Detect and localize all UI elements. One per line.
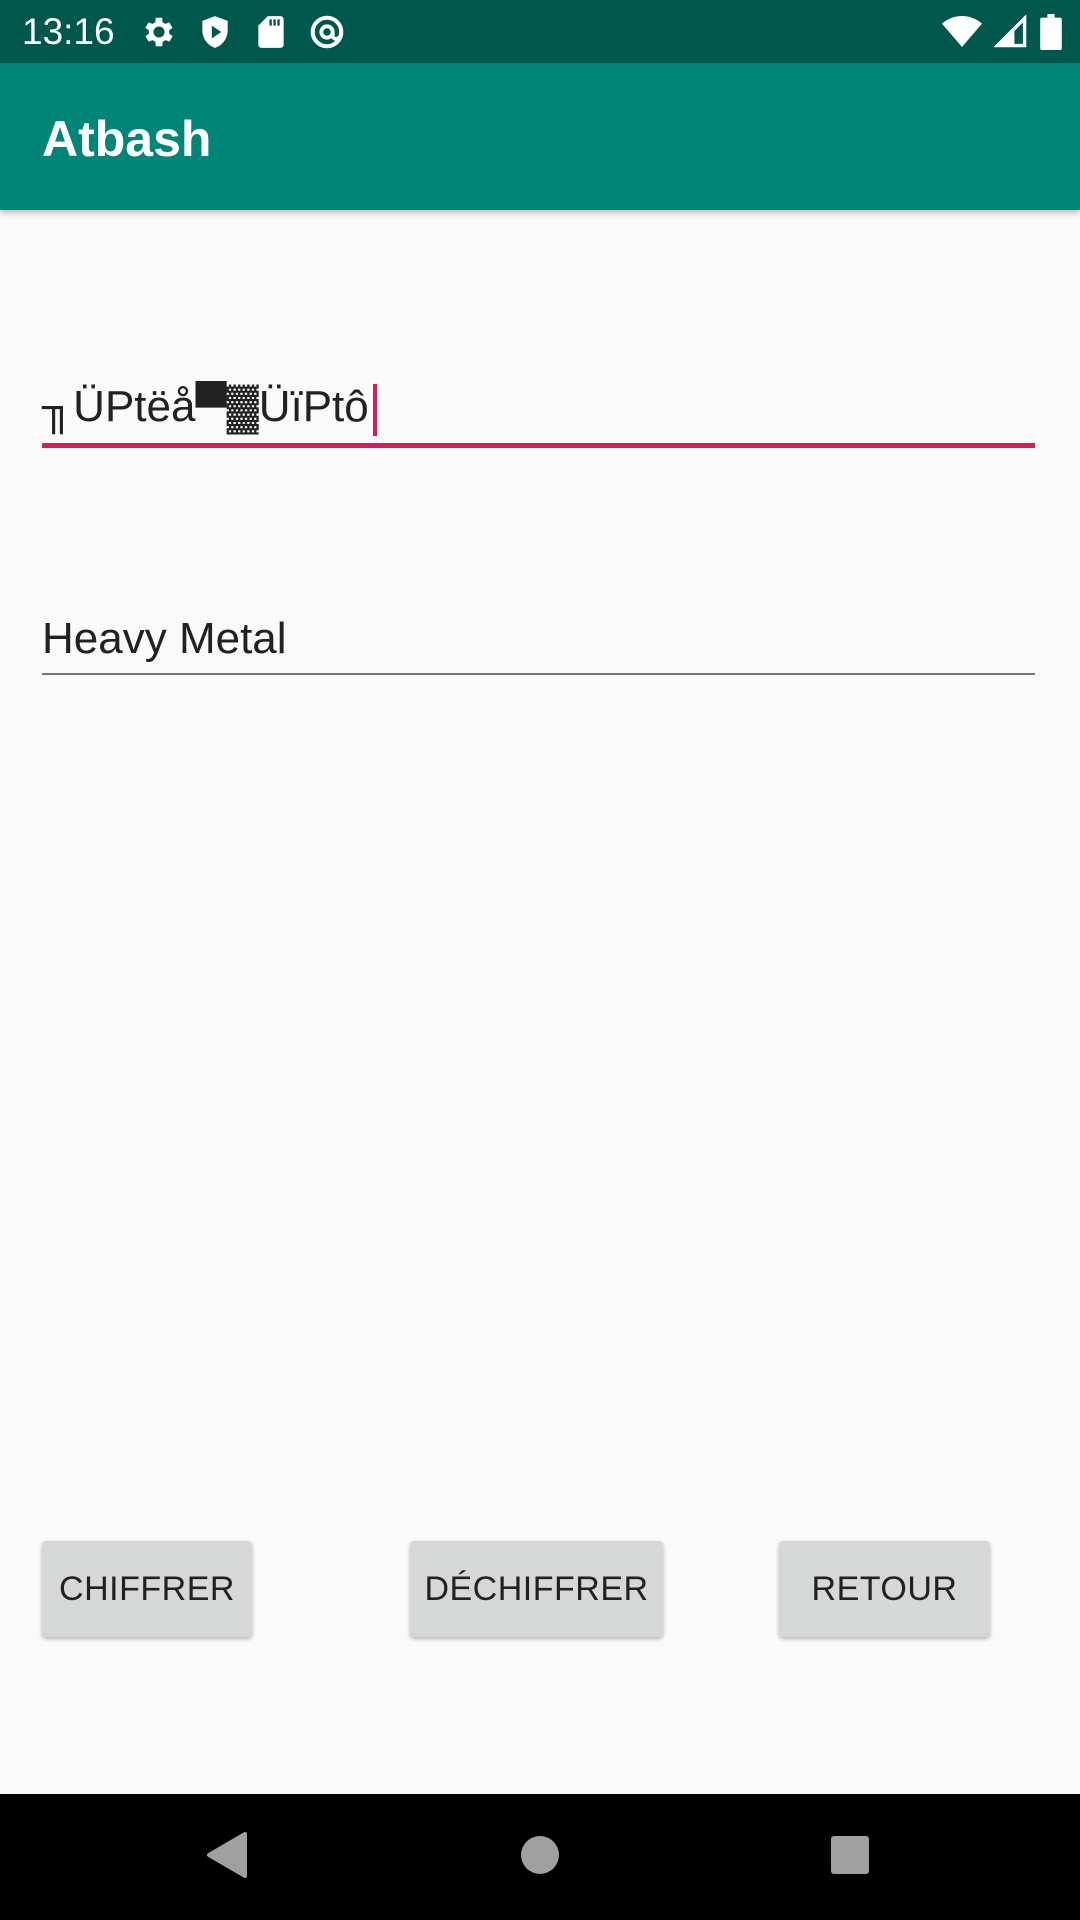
sd-card-icon: [252, 13, 290, 51]
shield-play-icon: [196, 13, 234, 51]
back-icon: [205, 1831, 247, 1883]
wifi-icon: [942, 15, 982, 49]
nav-home-button[interactable]: [460, 1794, 620, 1920]
at-sign-icon: [308, 13, 346, 51]
settings-icon: [140, 13, 178, 51]
output-text-field[interactable]: Heavy Metal: [42, 605, 1035, 675]
output-underline: [42, 673, 1035, 675]
status-bar: 13:16: [0, 0, 1080, 63]
recents-icon: [830, 1835, 870, 1880]
status-notification-icons: [140, 13, 346, 51]
status-time: 13:16: [22, 11, 115, 52]
app-title: Atbash: [42, 111, 212, 167]
cell-signal-icon: [994, 15, 1028, 49]
app-bar: Atbash: [0, 63, 1080, 210]
home-icon: [520, 1835, 560, 1880]
nav-back-button[interactable]: [146, 1794, 306, 1920]
input-underline-focused: [42, 443, 1035, 448]
input-text-field[interactable]: ╖ÜPtëå▀▓ÜïPtô: [42, 370, 1035, 448]
nav-recents-button[interactable]: [770, 1794, 930, 1920]
output-text-value[interactable]: Heavy Metal: [42, 613, 287, 665]
battery-icon: [1040, 14, 1062, 50]
back-button[interactable]: RETOUR: [779, 1541, 990, 1637]
input-text-value[interactable]: ╖ÜPtëå▀▓ÜïPtô: [42, 380, 369, 434]
navigation-bar: [0, 1794, 1080, 1920]
encrypt-button[interactable]: CHIFFRER: [42, 1541, 252, 1637]
text-cursor: [373, 384, 377, 436]
status-system-icons: [942, 13, 1062, 51]
decrypt-button[interactable]: DÉCHIFFRER: [410, 1541, 663, 1637]
